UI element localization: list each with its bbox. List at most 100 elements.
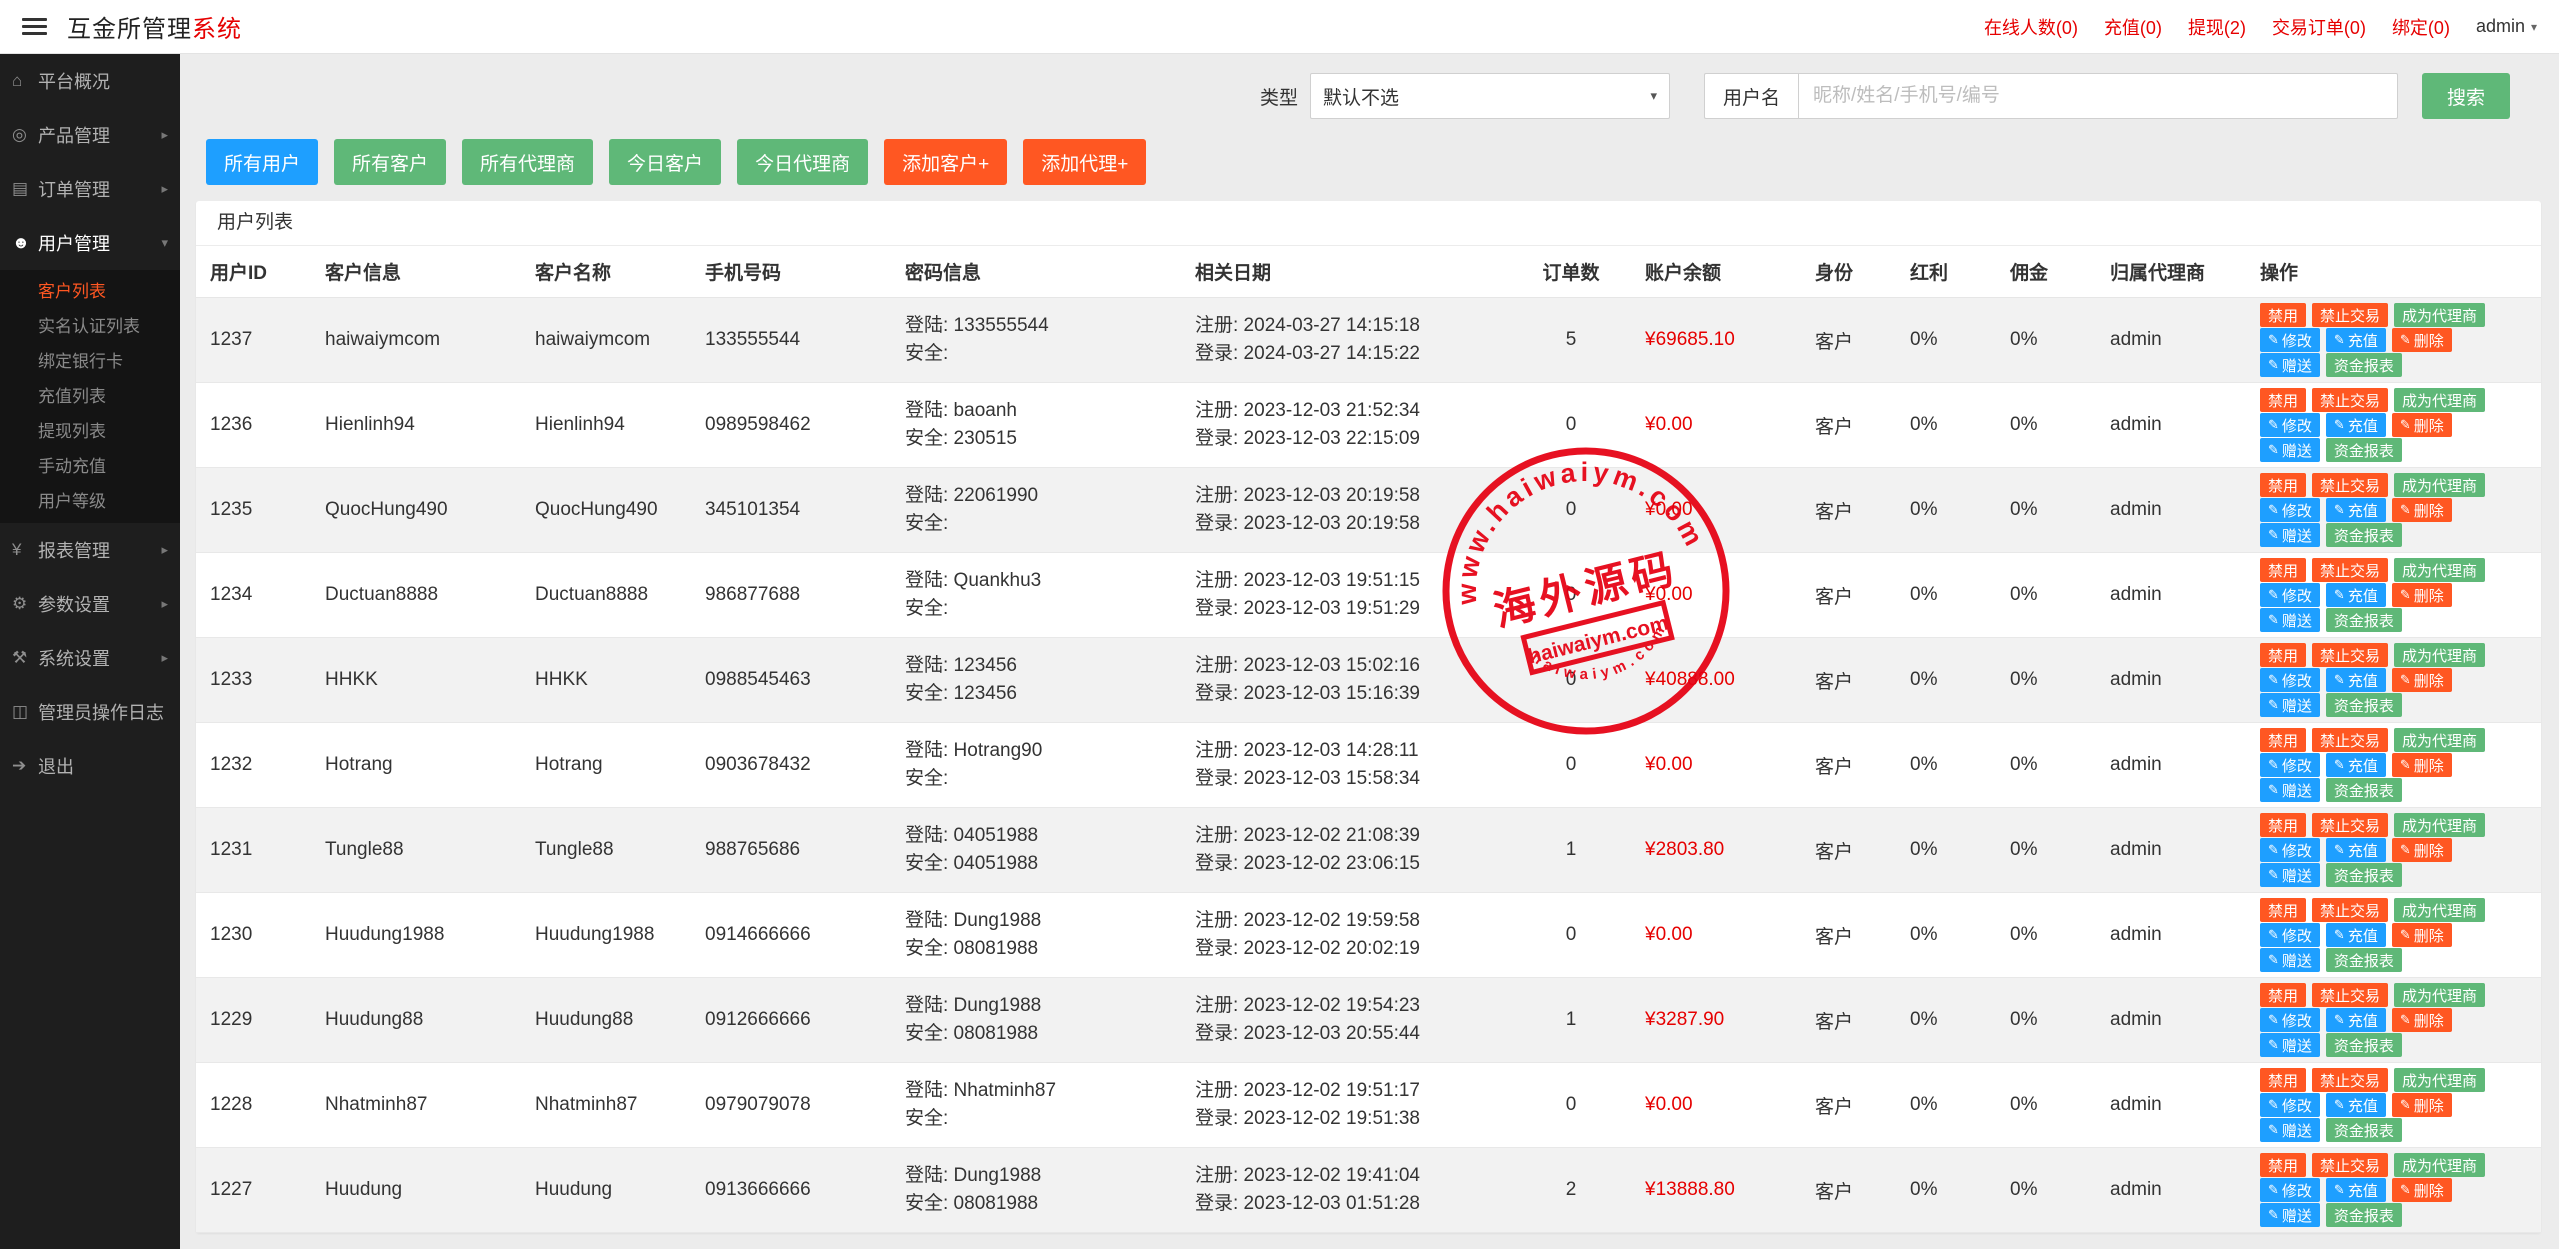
gift-button[interactable]: ✎赠送 xyxy=(2260,1203,2320,1227)
recharge-button[interactable]: ✎充值 xyxy=(2326,923,2386,947)
recharge-button[interactable]: ✎充值 xyxy=(2326,668,2386,692)
fund-report-button[interactable]: 资金报表 xyxy=(2326,438,2402,462)
sidebar-item-admin-log[interactable]: ◫管理员操作日志 xyxy=(0,685,180,739)
edit-button[interactable]: ✎修改 xyxy=(2260,328,2320,352)
today-customers-button[interactable]: 今日客户 xyxy=(609,139,721,185)
fund-report-button[interactable]: 资金报表 xyxy=(2326,863,2402,887)
edit-button[interactable]: ✎修改 xyxy=(2260,1093,2320,1117)
forbid-trade-button[interactable]: 禁止交易 xyxy=(2312,898,2388,922)
gift-button[interactable]: ✎赠送 xyxy=(2260,438,2320,462)
delete-button[interactable]: ✎删除 xyxy=(2392,413,2452,437)
forbid-trade-button[interactable]: 禁止交易 xyxy=(2312,728,2388,752)
sidebar-item-params[interactable]: ⚙参数设置▸ xyxy=(0,577,180,631)
edit-button[interactable]: ✎修改 xyxy=(2260,498,2320,522)
forbid-trade-button[interactable]: 禁止交易 xyxy=(2312,1153,2388,1177)
edit-button[interactable]: ✎修改 xyxy=(2260,838,2320,862)
delete-button[interactable]: ✎删除 xyxy=(2392,668,2452,692)
edit-button[interactable]: ✎修改 xyxy=(2260,923,2320,947)
delete-button[interactable]: ✎删除 xyxy=(2392,1008,2452,1032)
edit-button[interactable]: ✎修改 xyxy=(2260,1008,2320,1032)
make-agent-button[interactable]: 成为代理商 xyxy=(2394,388,2485,412)
disable-button[interactable]: 禁用 xyxy=(2260,643,2306,667)
make-agent-button[interactable]: 成为代理商 xyxy=(2394,813,2485,837)
header-link-online-users[interactable]: 在线人数(0) xyxy=(1984,14,2078,40)
sidebar-item-reports[interactable]: ¥报表管理▸ xyxy=(0,523,180,577)
add-agent-button[interactable]: 添加代理+ xyxy=(1023,139,1146,185)
admin-menu[interactable]: admin ▾ xyxy=(2476,16,2537,37)
delete-button[interactable]: ✎删除 xyxy=(2392,753,2452,777)
edit-button[interactable]: ✎修改 xyxy=(2260,413,2320,437)
forbid-trade-button[interactable]: 禁止交易 xyxy=(2312,813,2388,837)
gift-button[interactable]: ✎赠送 xyxy=(2260,693,2320,717)
make-agent-button[interactable]: 成为代理商 xyxy=(2394,728,2485,752)
delete-button[interactable]: ✎删除 xyxy=(2392,498,2452,522)
recharge-button[interactable]: ✎充值 xyxy=(2326,838,2386,862)
gift-button[interactable]: ✎赠送 xyxy=(2260,863,2320,887)
sidebar-subitem-customer-list[interactable]: 客户列表 xyxy=(0,274,180,309)
recharge-button[interactable]: ✎充值 xyxy=(2326,328,2386,352)
disable-button[interactable]: 禁用 xyxy=(2260,728,2306,752)
sidebar-item-system[interactable]: ⚒系统设置▸ xyxy=(0,631,180,685)
fund-report-button[interactable]: 资金报表 xyxy=(2326,353,2402,377)
make-agent-button[interactable]: 成为代理商 xyxy=(2394,643,2485,667)
make-agent-button[interactable]: 成为代理商 xyxy=(2394,303,2485,327)
search-button[interactable]: 搜索 xyxy=(2422,73,2510,119)
recharge-button[interactable]: ✎充值 xyxy=(2326,1093,2386,1117)
forbid-trade-button[interactable]: 禁止交易 xyxy=(2312,473,2388,497)
gift-button[interactable]: ✎赠送 xyxy=(2260,1118,2320,1142)
forbid-trade-button[interactable]: 禁止交易 xyxy=(2312,983,2388,1007)
recharge-button[interactable]: ✎充值 xyxy=(2326,1008,2386,1032)
sidebar-subitem-withdraw-list[interactable]: 提现列表 xyxy=(0,414,180,449)
delete-button[interactable]: ✎删除 xyxy=(2392,328,2452,352)
fund-report-button[interactable]: 资金报表 xyxy=(2326,1033,2402,1057)
disable-button[interactable]: 禁用 xyxy=(2260,473,2306,497)
make-agent-button[interactable]: 成为代理商 xyxy=(2394,983,2485,1007)
gift-button[interactable]: ✎赠送 xyxy=(2260,353,2320,377)
gift-button[interactable]: ✎赠送 xyxy=(2260,1033,2320,1057)
make-agent-button[interactable]: 成为代理商 xyxy=(2394,1153,2485,1177)
edit-button[interactable]: ✎修改 xyxy=(2260,668,2320,692)
sidebar-item-products[interactable]: ◎产品管理▸ xyxy=(0,108,180,162)
recharge-button[interactable]: ✎充值 xyxy=(2326,583,2386,607)
sidebar-subitem-recharge-list[interactable]: 充值列表 xyxy=(0,379,180,414)
disable-button[interactable]: 禁用 xyxy=(2260,1153,2306,1177)
delete-button[interactable]: ✎删除 xyxy=(2392,583,2452,607)
type-select[interactable]: 默认不选 ▾ xyxy=(1310,73,1670,119)
sidebar-item-overview[interactable]: ⌂平台概况 xyxy=(0,54,180,108)
sidebar-subitem-bank-cards[interactable]: 绑定银行卡 xyxy=(0,344,180,379)
disable-button[interactable]: 禁用 xyxy=(2260,898,2306,922)
fund-report-button[interactable]: 资金报表 xyxy=(2326,1118,2402,1142)
gift-button[interactable]: ✎赠送 xyxy=(2260,778,2320,802)
today-agents-button[interactable]: 今日代理商 xyxy=(737,139,868,185)
fund-report-button[interactable]: 资金报表 xyxy=(2326,608,2402,632)
sidebar-item-logout[interactable]: ➔退出 xyxy=(0,739,180,793)
fund-report-button[interactable]: 资金报表 xyxy=(2326,1203,2402,1227)
make-agent-button[interactable]: 成为代理商 xyxy=(2394,473,2485,497)
delete-button[interactable]: ✎删除 xyxy=(2392,838,2452,862)
header-link-recharge[interactable]: 充值(0) xyxy=(2104,14,2162,40)
header-link-withdraw[interactable]: 提现(2) xyxy=(2188,14,2246,40)
hamburger-menu-icon[interactable] xyxy=(22,18,47,35)
fund-report-button[interactable]: 资金报表 xyxy=(2326,948,2402,972)
all-agents-button[interactable]: 所有代理商 xyxy=(462,139,593,185)
sidebar-item-orders[interactable]: ▤订单管理▸ xyxy=(0,162,180,216)
forbid-trade-button[interactable]: 禁止交易 xyxy=(2312,388,2388,412)
disable-button[interactable]: 禁用 xyxy=(2260,558,2306,582)
sidebar-subitem-user-level[interactable]: 用户等级 xyxy=(0,484,180,519)
username-input[interactable] xyxy=(1798,73,2398,119)
recharge-button[interactable]: ✎充值 xyxy=(2326,498,2386,522)
fund-report-button[interactable]: 资金报表 xyxy=(2326,778,2402,802)
header-link-trade-orders[interactable]: 交易订单(0) xyxy=(2272,14,2366,40)
forbid-trade-button[interactable]: 禁止交易 xyxy=(2312,558,2388,582)
sidebar-item-users[interactable]: ☻用户管理▾ xyxy=(0,216,180,270)
disable-button[interactable]: 禁用 xyxy=(2260,813,2306,837)
fund-report-button[interactable]: 资金报表 xyxy=(2326,693,2402,717)
disable-button[interactable]: 禁用 xyxy=(2260,303,2306,327)
edit-button[interactable]: ✎修改 xyxy=(2260,583,2320,607)
all-customers-button[interactable]: 所有客户 xyxy=(334,139,446,185)
all-users-button[interactable]: 所有用户 xyxy=(206,139,318,185)
disable-button[interactable]: 禁用 xyxy=(2260,1068,2306,1092)
edit-button[interactable]: ✎修改 xyxy=(2260,1178,2320,1202)
recharge-button[interactable]: ✎充值 xyxy=(2326,753,2386,777)
forbid-trade-button[interactable]: 禁止交易 xyxy=(2312,643,2388,667)
